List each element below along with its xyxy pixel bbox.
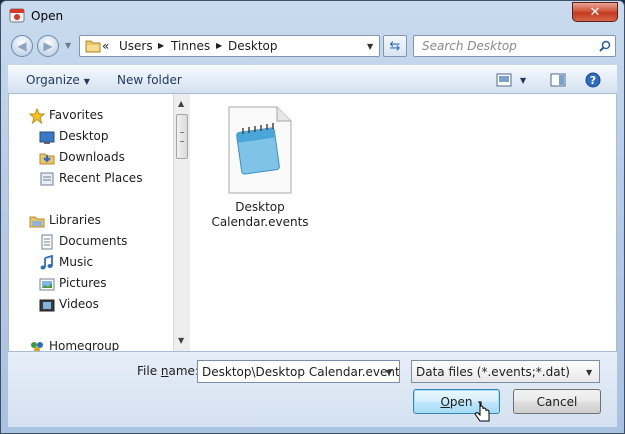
pictures-icon (39, 278, 55, 291)
file-list: Desktop Calendar.events (190, 94, 617, 351)
help-icon[interactable]: ? (585, 72, 601, 88)
chevron-down-icon: ▼ (83, 77, 90, 86)
file-type-select[interactable]: Data files (*.events;*.dat) (411, 360, 600, 383)
breadcrumb-chevron-icon[interactable]: ▶ (158, 41, 164, 50)
svg-text:?: ? (590, 74, 596, 87)
refresh-icon: ⇆ (389, 38, 401, 54)
documents-icon (41, 234, 53, 250)
mouse-cursor-icon (474, 401, 490, 422)
close-icon: ✕ (589, 4, 601, 20)
breadcrumb-chevron-icon[interactable]: ▶ (216, 41, 222, 50)
bottom-panel: File name: Desktop\Desktop Calendar.even… (8, 351, 617, 427)
view-dropdown-icon[interactable]: ▼ (520, 76, 526, 85)
notepad-file-icon (228, 106, 292, 194)
organize-menu[interactable]: Organize ▼ (26, 73, 90, 87)
change-view-icon[interactable] (496, 73, 512, 87)
address-dropdown-icon[interactable]: ▼ (367, 42, 373, 51)
preview-pane-icon[interactable] (550, 73, 566, 87)
navigation-scrollbar[interactable]: ▲ ▼ (173, 94, 190, 351)
recent-pages-dropdown-icon[interactable]: ▼ (65, 41, 71, 50)
file-type-dropdown-icon[interactable]: ▼ (586, 368, 592, 377)
music-icon (40, 255, 53, 270)
new-folder-button[interactable]: New folder (117, 73, 182, 87)
file-name-input[interactable]: Desktop\Desktop Calendar.events (197, 360, 400, 383)
back-button[interactable]: ◀ (11, 35, 33, 57)
command-bar: Organize ▼ New folder ▼ ? (8, 65, 617, 94)
file-name-label: File name: (137, 364, 199, 378)
scroll-down-icon[interactable]: ▼ (178, 336, 184, 345)
libraries-icon (29, 216, 45, 228)
star-icon (29, 108, 45, 124)
folder-icon (85, 40, 101, 53)
file-name-label: Desktop Calendar.events (211, 200, 309, 229)
scroll-up-icon[interactable]: ▲ (178, 99, 184, 108)
breadcrumb-desktop[interactable]: Desktop (228, 39, 278, 53)
window-title: Open (31, 9, 64, 23)
recent-places-icon (40, 172, 54, 186)
refresh-button[interactable]: ⇆ (383, 35, 407, 57)
breadcrumb-tinnes[interactable]: Tinnes (171, 39, 210, 53)
breadcrumb-overflow[interactable]: « (102, 39, 109, 53)
navigation-pane: Favorites Desktop Downloads Recent Place… (8, 94, 173, 351)
title-bar[interactable]: Open ✕ (1, 1, 624, 31)
forward-arrow-icon: ▶ (43, 39, 53, 53)
homegroup-icon (31, 342, 43, 351)
downloads-icon (39, 153, 55, 165)
back-arrow-icon: ◀ (17, 39, 27, 53)
desktop-icon (39, 131, 55, 144)
app-icon (9, 8, 25, 23)
cancel-button[interactable]: Cancel (513, 389, 601, 414)
scroll-thumb[interactable] (176, 114, 188, 159)
address-bar[interactable]: « Users ▶ Tinnes ▶ Desktop ▼ (79, 35, 380, 57)
file-item[interactable]: Desktop Calendar.events (210, 106, 310, 236)
search-icon[interactable] (599, 40, 611, 52)
videos-icon (39, 299, 55, 312)
breadcrumb-users[interactable]: Users (119, 39, 153, 53)
file-name-dropdown-icon[interactable]: ▼ (386, 368, 392, 377)
search-input[interactable]: Search Desktop (413, 35, 616, 57)
close-button[interactable]: ✕ (572, 2, 618, 22)
forward-button[interactable]: ▶ (37, 35, 59, 57)
